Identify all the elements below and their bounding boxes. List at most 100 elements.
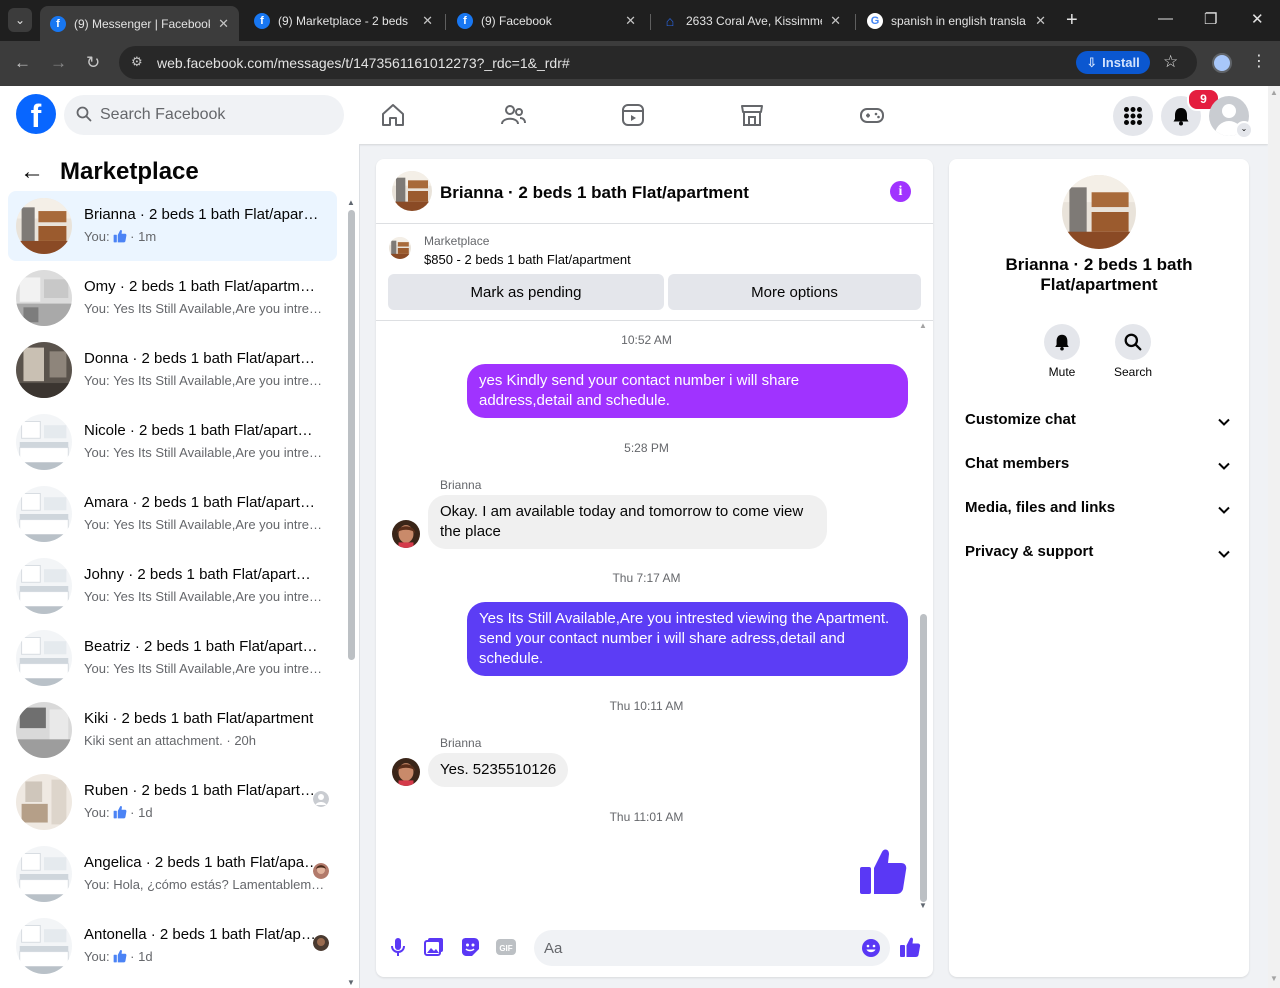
listing-thumbnail[interactable]: [392, 171, 432, 211]
sender-name: Brianna: [440, 478, 482, 492]
customize-chat-section[interactable]: Customize chat: [965, 411, 1233, 435]
browser-tab-messenger[interactable]: f (9) Messenger | Facebook ✕: [40, 6, 239, 41]
browser-profile-avatar[interactable]: [1212, 53, 1232, 73]
conversation-item[interactable]: Kiki · 2 beds 1 bath Flat/apartment Kiki…: [8, 695, 337, 765]
conversation-item[interactable]: Nicole · 2 beds 1 bath Flat/apartment You…: [8, 407, 337, 477]
close-tab-icon[interactable]: ✕: [218, 16, 229, 32]
browser-tab-marketplace[interactable]: f (9) Marketplace - 2 beds ✕: [244, 6, 443, 35]
sender-avatar[interactable]: [392, 758, 420, 786]
scroll-up-icon[interactable]: ▲: [919, 321, 927, 330]
info-icon[interactable]: i: [890, 181, 911, 202]
preview-prefix: You:: [84, 661, 110, 676]
sticker-icon[interactable]: [459, 936, 481, 958]
compose-field[interactable]: [534, 930, 890, 966]
site-info-icon[interactable]: ⚙: [131, 54, 143, 70]
conversation-item[interactable]: Amara · 2 beds 1 bath Flat/apartment You:…: [8, 479, 337, 549]
tab-separator: [650, 14, 651, 30]
account-chevron-icon[interactable]: ⌄: [1235, 121, 1253, 139]
chat-members-section[interactable]: Chat members: [965, 455, 1233, 479]
listing-large-thumbnail[interactable]: [1062, 175, 1136, 249]
close-tab-icon[interactable]: ✕: [830, 13, 841, 29]
more-options-button[interactable]: More options: [668, 274, 921, 310]
menu-grid-button[interactable]: [1113, 96, 1153, 136]
reload-icon[interactable]: ↻: [86, 52, 100, 74]
browser-menu-icon[interactable]: ⋮: [1251, 51, 1267, 71]
send-like-icon[interactable]: [899, 936, 921, 958]
search-in-conversation-action[interactable]: Search: [1098, 324, 1168, 379]
incoming-message[interactable]: Yes. 5235510126: [428, 753, 569, 787]
scroll-thumb[interactable]: [920, 614, 927, 902]
conversation-item[interactable]: Johny · 2 beds 1 bath Flat/apartment You:…: [8, 551, 337, 621]
conversation-item[interactable]: Ruben · 2 beds 1 bath Flat/apartment You:…: [8, 767, 337, 837]
microphone-icon[interactable]: [387, 936, 409, 958]
chat-scrollbar[interactable]: ▲ ▼: [919, 321, 929, 910]
page-scrollbar[interactable]: ▲ ▼: [1268, 86, 1280, 988]
sidebar-scrollbar[interactable]: ▲ ▼: [347, 198, 355, 987]
listing-price-title[interactable]: $850 - 2 beds 1 bath Flat/apartment: [424, 252, 631, 267]
outgoing-message[interactable]: Yes Its Still Available,Are you intreste…: [467, 602, 908, 676]
close-tab-icon[interactable]: ✕: [422, 13, 433, 29]
outgoing-message[interactable]: yes Kindly send your contact number i wi…: [467, 364, 908, 418]
preview-text: Yes Its Still Available,Are you intreste…: [113, 517, 324, 532]
friends-icon[interactable]: [500, 102, 526, 128]
facebook-logo[interactable]: f: [16, 94, 56, 134]
home-icon[interactable]: [380, 102, 406, 128]
mute-action[interactable]: Mute: [1027, 324, 1097, 379]
conversation-item[interactable]: Omy · 2 beds 1 bath Flat/apartment You: Y…: [8, 263, 337, 333]
gif-icon[interactable]: GIF: [495, 936, 517, 958]
video-icon[interactable]: [620, 102, 646, 128]
gaming-icon[interactable]: [859, 102, 885, 128]
search-icon: [1124, 333, 1142, 351]
media-files-links-section[interactable]: Media, files and links: [965, 499, 1233, 523]
conversation-preview: You: Yes Its Still Available,Are you int…: [84, 517, 324, 532]
close-tab-icon[interactable]: ✕: [1035, 13, 1046, 29]
new-tab-icon[interactable]: +: [1066, 10, 1078, 30]
browser-tab-facebook[interactable]: f (9) Facebook ✕: [447, 6, 646, 35]
svg-text:GIF: GIF: [499, 944, 512, 953]
listing-small-thumbnail[interactable]: [389, 237, 411, 259]
mark-as-pending-button[interactable]: Mark as pending: [388, 274, 664, 310]
address-bar[interactable]: ⚙ web.facebook.com/messages/t/1473561161…: [119, 46, 1197, 79]
search-input[interactable]: [100, 95, 330, 135]
chat-title[interactable]: Brianna · 2 beds 1 bath Flat/apartment: [440, 183, 749, 203]
browser-tab-google[interactable]: G spanish in english transla ✕: [857, 6, 1056, 35]
tab-search-chevron-icon[interactable]: ⌄: [8, 8, 32, 32]
conversation-preview: You: Yes Its Still Available,Are you int…: [84, 301, 324, 316]
marketplace-icon[interactable]: [739, 102, 765, 128]
message-thread: 10:52 AM yes Kindly send your contact nu…: [376, 322, 933, 907]
conversation-item[interactable]: Antonella · 2 beds 1 bath Flat/apartment…: [8, 911, 337, 981]
back-icon[interactable]: ←: [14, 52, 31, 74]
sender-avatar[interactable]: [392, 520, 420, 548]
scroll-up-icon[interactable]: ▲: [347, 198, 355, 207]
scroll-up-icon[interactable]: ▲: [1270, 88, 1278, 97]
forward-icon[interactable]: →: [50, 52, 67, 74]
emoji-icon[interactable]: [861, 938, 881, 958]
scroll-down-icon[interactable]: ▼: [1270, 974, 1278, 983]
close-window-icon[interactable]: ✕: [1251, 10, 1264, 28]
back-arrow-icon[interactable]: ←: [20, 160, 44, 184]
incoming-message[interactable]: Okay. I am available today and tomorrow …: [428, 495, 827, 549]
scroll-down-icon[interactable]: ▼: [347, 978, 355, 987]
browser-tab-zillow[interactable]: ⌂ 2633 Coral Ave, Kissimme ✕: [652, 6, 851, 35]
scroll-down-icon[interactable]: ▼: [919, 901, 927, 910]
install-app-button[interactable]: ⇩ Install: [1076, 51, 1150, 74]
url-text[interactable]: web.facebook.com/messages/t/147356116101…: [157, 55, 570, 71]
restore-icon[interactable]: ❐: [1204, 10, 1217, 28]
photo-icon[interactable]: [423, 936, 445, 958]
minimize-icon[interactable]: —: [1158, 10, 1173, 27]
close-tab-icon[interactable]: ✕: [625, 13, 636, 29]
thumbs-up-sticker-icon[interactable]: [858, 846, 908, 896]
conversation-info-panel: Brianna · 2 beds 1 bath Flat/apartment M…: [949, 159, 1249, 977]
preview-text: Yes Its Still Available,Are you intreste…: [113, 373, 324, 388]
marketplace-label: Marketplace: [424, 234, 490, 248]
conversation-item[interactable]: Angelica · 2 beds 1 bath Flat/apartment Y…: [8, 839, 337, 909]
conversation-item[interactable]: Beatriz · 2 beds 1 bath Flat/apartment Yo…: [8, 623, 337, 693]
conversation-item[interactable]: Brianna · 2 beds 1 bath Flat/apartment Yo…: [8, 191, 337, 261]
message-composer: GIF: [376, 925, 933, 971]
bookmark-star-icon[interactable]: ☆: [1163, 52, 1178, 72]
facebook-search[interactable]: [64, 95, 344, 135]
privacy-support-section[interactable]: Privacy & support: [965, 543, 1233, 567]
message-input[interactable]: [544, 930, 844, 966]
conversation-item[interactable]: Donna · 2 beds 1 bath Flat/apartment You:…: [8, 335, 337, 405]
scroll-thumb[interactable]: [348, 210, 355, 660]
